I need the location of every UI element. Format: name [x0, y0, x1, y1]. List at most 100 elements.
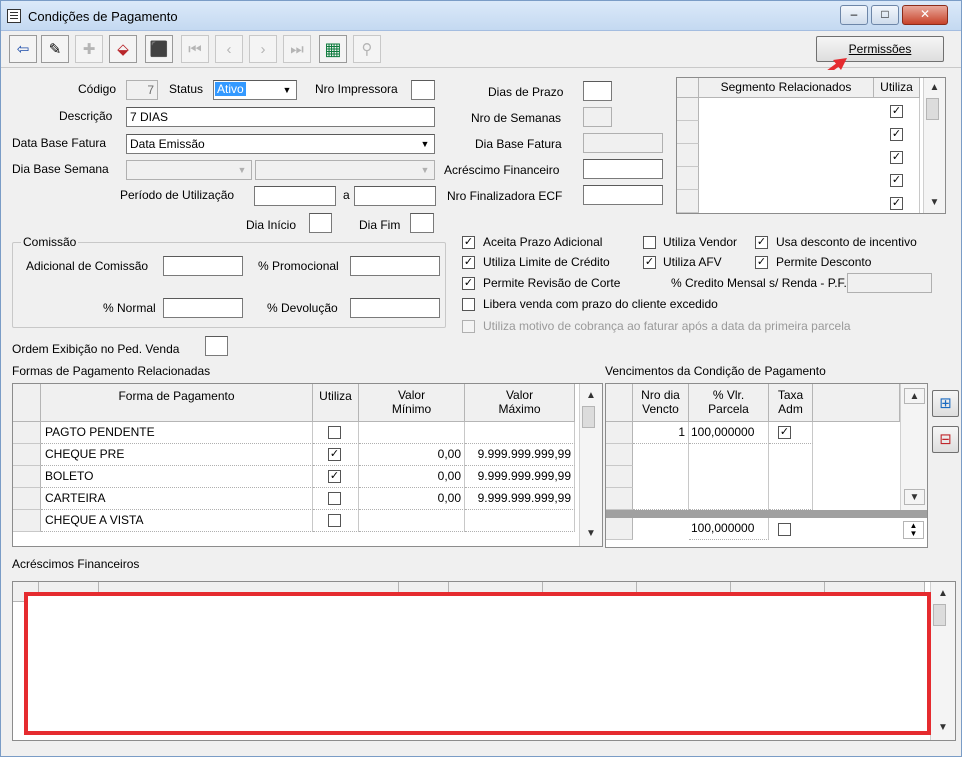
utiliza-cell[interactable]	[313, 488, 359, 510]
acrescimos-scrollbar[interactable]: ▲ ▼	[930, 582, 955, 740]
minimize-button[interactable]: –	[840, 5, 868, 25]
finalizadora-field[interactable]	[583, 185, 663, 205]
scroll-thumb[interactable]	[926, 98, 939, 120]
ordem-field[interactable]	[205, 336, 228, 356]
utiliza-checkbox[interactable]: ✓	[328, 470, 341, 483]
grid-view-button[interactable]: ▦	[319, 35, 347, 63]
segmento-scrollbar[interactable]: ▲ ▼	[923, 78, 945, 213]
valor-minimo-cell[interactable]: 0,00	[359, 466, 465, 488]
segmento-checkbox[interactable]: ✓	[890, 105, 903, 118]
close-button[interactable]: ✕	[902, 5, 948, 25]
utiliza-vendor-checkbox[interactable]	[643, 236, 656, 249]
segmento-checkbox[interactable]: ✓	[890, 174, 903, 187]
grid-view-icon: ▦	[324, 38, 342, 59]
vencimentos-scrollbar[interactable]: ▲ ▼	[900, 384, 927, 510]
periodo-inicio-field[interactable]	[254, 186, 336, 206]
forma-cell[interactable]: BOLETO	[41, 466, 313, 488]
scroll-down-icon[interactable]: ▼	[580, 526, 602, 542]
adicional-field[interactable]	[163, 256, 243, 276]
scroll-thumb[interactable]	[933, 604, 946, 626]
forma-cell[interactable]: PAGTO PENDENTE	[41, 422, 313, 444]
scroll-up-icon[interactable]: ▲	[904, 388, 925, 404]
nro-dia-cell[interactable]: 1	[633, 422, 689, 444]
scroll-down-icon[interactable]: ▼	[924, 195, 945, 211]
valor-maximo-cell[interactable]: 9.999.999.999,99	[465, 488, 575, 510]
promocional-field[interactable]	[350, 256, 440, 276]
usa-desconto-checkbox[interactable]: ✓	[755, 236, 768, 249]
exit-button[interactable]: ⇦	[9, 35, 37, 63]
forma-cell[interactable]: CHEQUE PRE	[41, 444, 313, 466]
descricao-field[interactable]: 7 DIAS	[126, 107, 435, 127]
utiliza-afv-checkbox[interactable]: ✓	[643, 256, 656, 269]
impressora-field[interactable]	[411, 80, 435, 100]
limite-credito-checkbox[interactable]: ✓	[462, 256, 475, 269]
scroll-down-icon[interactable]: ▼	[904, 489, 925, 505]
prev-record-button[interactable]: ‹	[215, 35, 243, 63]
utiliza-checkbox[interactable]	[328, 514, 341, 527]
periodo-fim-field[interactable]	[354, 186, 436, 206]
parcela-cell[interactable]: 100,000000	[689, 422, 769, 444]
valor-minimo-cell[interactable]	[359, 510, 465, 532]
save-button[interactable]: ⬙	[109, 35, 137, 63]
search-button[interactable]: ⚲	[353, 35, 381, 63]
last-record-button[interactable]: ⏭	[283, 35, 311, 63]
status-select[interactable]: Ativo ▼	[213, 80, 297, 100]
edit-button[interactable]: ✎	[41, 35, 69, 63]
data-base-select[interactable]: Data Emissão ▼	[126, 134, 435, 154]
revisao-corte-checkbox[interactable]: ✓	[462, 277, 475, 290]
valor-maximo-cell[interactable]	[465, 510, 575, 532]
first-record-button[interactable]: ⏮	[181, 35, 209, 63]
devolucao-field[interactable]	[350, 298, 440, 318]
scroll-up-icon[interactable]: ▲	[580, 388, 602, 404]
valor-maximo-cell[interactable]: 9.999.999.999,99	[465, 444, 575, 466]
dia-inicio-field[interactable]	[309, 213, 332, 233]
segmento-grid[interactable]: Segmento Relacionados Utiliza ✓ ✓ ✓ ✓ ✓ …	[676, 77, 946, 214]
scroll-thumb[interactable]	[582, 406, 595, 428]
normal-field[interactable]	[163, 298, 243, 318]
total-spinner[interactable]: ▲ ▼	[903, 521, 924, 539]
scroll-down-icon[interactable]: ▼	[931, 720, 955, 736]
utiliza-cell[interactable]: ✓	[313, 466, 359, 488]
valor-maximo-cell[interactable]	[465, 422, 575, 444]
maximize-button[interactable]: □	[871, 5, 899, 25]
libera-venda-checkbox[interactable]	[462, 298, 475, 311]
vencimentos-grid[interactable]: Nro dia Vencto % Vlr. Parcela Taxa Adm 1…	[605, 383, 928, 548]
valor-minimo-cell[interactable]: 0,00	[359, 444, 465, 466]
formas-grid[interactable]: Forma de Pagamento Utiliza Valor Mínimo …	[12, 383, 603, 547]
dia-fim-field[interactable]	[410, 213, 434, 233]
remove-vencimento-button[interactable]: ⊟	[932, 426, 959, 453]
segmento-checkbox[interactable]: ✓	[890, 151, 903, 164]
dias-prazo-label: Dias de Prazo	[488, 85, 564, 99]
utiliza-cell[interactable]: ✓	[313, 444, 359, 466]
data-base-value: Data Emissão	[130, 137, 205, 151]
add-vencimento-button[interactable]: ⊞	[932, 390, 959, 417]
utiliza-cell[interactable]	[313, 422, 359, 444]
delete-button[interactable]: ⬛	[145, 35, 173, 63]
taxa-adm-checkbox[interactable]: ✓	[778, 426, 791, 439]
forma-cell[interactable]: CHEQUE A VISTA	[41, 510, 313, 532]
new-button[interactable]: ✚	[75, 35, 103, 63]
taxa-adm-cell[interactable]: ✓	[769, 422, 813, 444]
dias-prazo-field[interactable]	[583, 81, 612, 101]
total-taxa-checkbox[interactable]	[778, 523, 791, 536]
valor-maximo-cell[interactable]: 9.999.999.999,99	[465, 466, 575, 488]
dia-base-semana-select[interactable]: ▼	[126, 160, 252, 180]
segmento-checkbox[interactable]: ✓	[890, 197, 903, 210]
formas-scrollbar[interactable]: ▲ ▼	[579, 384, 602, 546]
utiliza-checkbox[interactable]	[328, 426, 341, 439]
next-record-button[interactable]: ›	[249, 35, 277, 63]
utiliza-cell[interactable]	[313, 510, 359, 532]
scroll-up-icon[interactable]: ▲	[931, 586, 955, 602]
acrescimo-field[interactable]	[583, 159, 663, 179]
utiliza-checkbox[interactable]: ✓	[328, 448, 341, 461]
utiliza-checkbox[interactable]	[328, 492, 341, 505]
permite-desconto-checkbox[interactable]: ✓	[755, 256, 768, 269]
dia-base-semana-select-2[interactable]: ▼	[255, 160, 435, 180]
segmento-checkbox[interactable]: ✓	[890, 128, 903, 141]
scroll-up-icon[interactable]: ▲	[924, 80, 945, 96]
motivo-cobranca-checkbox[interactable]	[462, 320, 475, 333]
forma-cell[interactable]: CARTEIRA	[41, 488, 313, 510]
valor-minimo-cell[interactable]	[359, 422, 465, 444]
aceita-prazo-checkbox[interactable]: ✓	[462, 236, 475, 249]
valor-minimo-cell[interactable]: 0,00	[359, 488, 465, 510]
